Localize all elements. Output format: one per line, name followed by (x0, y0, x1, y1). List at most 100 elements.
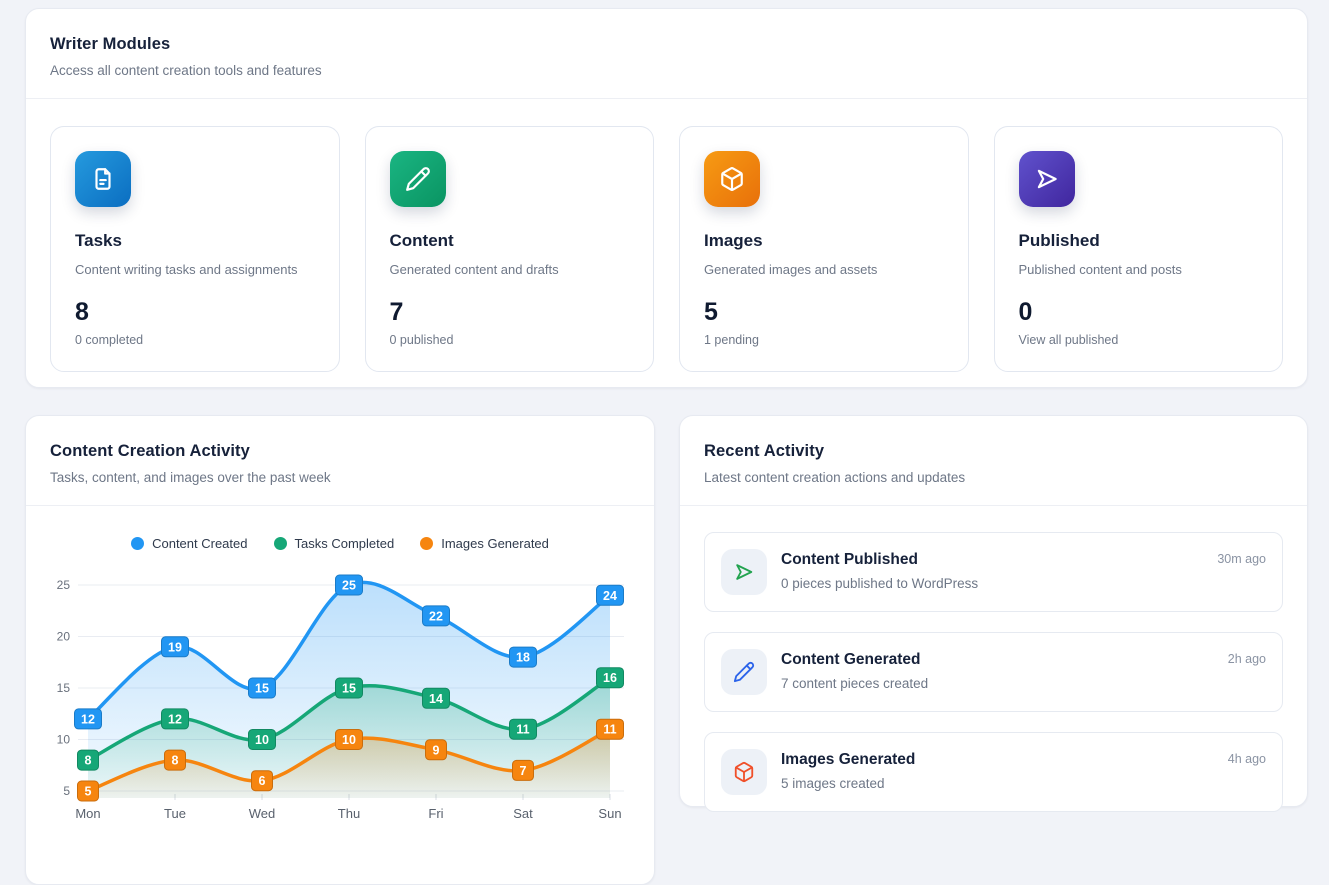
divider (26, 505, 654, 506)
writer-modules-panel: Writer Modules Access all content creati… (25, 8, 1308, 388)
svg-text:25: 25 (57, 578, 71, 592)
svg-text:11: 11 (516, 723, 529, 737)
legend-label: Images Generated (441, 536, 549, 551)
cube-icon (721, 749, 767, 795)
svg-text:10: 10 (57, 733, 71, 747)
legend-item[interactable]: Content Created (131, 536, 247, 551)
svg-text:6: 6 (259, 774, 266, 788)
file-text-icon (75, 151, 131, 207)
legend-item[interactable]: Tasks Completed (274, 536, 395, 551)
recent-activity-title: Recent Activity (704, 442, 1283, 461)
legend-dot-icon (131, 537, 144, 550)
activity-title: Content Generated (781, 651, 1228, 669)
recent-activity-panel: Recent Activity Latest content creation … (679, 415, 1308, 807)
svg-text:14: 14 (429, 692, 443, 706)
activity-description: 7 content pieces created (781, 676, 1228, 691)
module-card-images[interactable]: Images Generated images and assets 5 1 p… (679, 126, 969, 372)
svg-text:Sun: Sun (598, 806, 621, 821)
svg-text:Thu: Thu (338, 806, 360, 821)
activity-text: Content Generated 7 content pieces creat… (781, 649, 1228, 691)
card-description: Content writing tasks and assignments (75, 262, 315, 277)
svg-text:16: 16 (603, 671, 617, 685)
svg-text:12: 12 (168, 712, 182, 726)
card-count: 8 (75, 298, 315, 327)
module-cards-row: Tasks Content writing tasks and assignme… (26, 99, 1307, 399)
svg-text:22: 22 (429, 609, 443, 623)
svg-text:5: 5 (63, 784, 70, 798)
svg-text:12: 12 (81, 712, 95, 726)
svg-text:8: 8 (85, 754, 92, 768)
svg-text:15: 15 (57, 681, 71, 695)
svg-text:Wed: Wed (249, 806, 276, 821)
svg-text:19: 19 (168, 640, 182, 654)
activity-description: 0 pieces published to WordPress (781, 576, 1217, 591)
activity-timestamp: 4h ago (1228, 752, 1266, 766)
pencil-icon (721, 649, 767, 695)
svg-text:Mon: Mon (75, 806, 100, 821)
chart-panel-subtitle: Tasks, content, and images over the past… (50, 470, 630, 485)
svg-text:7: 7 (520, 764, 527, 778)
module-card-tasks[interactable]: Tasks Content writing tasks and assignme… (50, 126, 340, 372)
svg-text:11: 11 (603, 723, 616, 737)
svg-text:8: 8 (172, 754, 179, 768)
svg-text:18: 18 (516, 651, 530, 665)
card-count: 5 (704, 298, 944, 327)
card-title: Tasks (75, 231, 315, 251)
legend-dot-icon (274, 537, 287, 550)
module-card-content[interactable]: Content Generated content and drafts 7 0… (365, 126, 655, 372)
svg-text:24: 24 (603, 589, 617, 603)
card-count: 7 (390, 298, 630, 327)
writer-modules-title: Writer Modules (50, 35, 1283, 54)
content-creation-activity-panel: Content Creation Activity Tasks, content… (25, 415, 655, 885)
chart-panel-header: Content Creation Activity Tasks, content… (26, 416, 654, 505)
card-description: Published content and posts (1019, 262, 1259, 277)
recent-activity-header: Recent Activity Latest content creation … (680, 416, 1307, 505)
activity-list: Content Published 0 pieces published to … (680, 506, 1307, 838)
card-description: Generated images and assets (704, 262, 944, 277)
activity-item-content-generated[interactable]: Content Generated 7 content pieces creat… (704, 632, 1283, 712)
activity-item-content-published[interactable]: Content Published 0 pieces published to … (704, 532, 1283, 612)
cube-icon (704, 151, 760, 207)
send-icon (721, 549, 767, 595)
svg-text:10: 10 (255, 733, 269, 747)
module-card-published[interactable]: Published Published content and posts 0 … (994, 126, 1284, 372)
svg-text:Fri: Fri (428, 806, 443, 821)
activity-text: Content Published 0 pieces published to … (781, 549, 1217, 591)
svg-text:20: 20 (57, 630, 71, 644)
svg-text:15: 15 (342, 682, 356, 696)
writer-modules-header: Writer Modules Access all content creati… (26, 9, 1307, 98)
card-title: Images (704, 231, 944, 251)
svg-text:10: 10 (342, 733, 356, 747)
activity-item-images-generated[interactable]: Images Generated 5 images created 4h ago (704, 732, 1283, 812)
activity-title: Content Published (781, 551, 1217, 569)
card-title: Published (1019, 231, 1259, 251)
legend-item[interactable]: Images Generated (420, 536, 549, 551)
card-sub-label: 0 completed (75, 333, 315, 347)
legend-dot-icon (420, 537, 433, 550)
card-sub-label: View all published (1019, 333, 1259, 347)
activity-description: 5 images created (781, 776, 1228, 791)
activity-line-chart[interactable]: 252015105MonTueWedThuFriSatSun1219152522… (26, 573, 654, 831)
chart-panel-title: Content Creation Activity (50, 442, 630, 461)
chart-legend: Content Created Tasks Completed Images Gen… (26, 536, 654, 551)
svg-text:25: 25 (342, 579, 356, 593)
card-sub-label: 0 published (390, 333, 630, 347)
dashboard-page: { "writer_modules": { "title": "Writer M… (0, 0, 1329, 829)
activity-timestamp: 2h ago (1228, 652, 1266, 666)
svg-text:9: 9 (433, 743, 440, 757)
card-sub-label: 1 pending (704, 333, 944, 347)
svg-text:5: 5 (85, 785, 92, 799)
send-icon (1019, 151, 1075, 207)
activity-text: Images Generated 5 images created (781, 749, 1228, 791)
legend-label: Tasks Completed (295, 536, 395, 551)
activity-title: Images Generated (781, 751, 1228, 769)
svg-text:15: 15 (255, 682, 269, 696)
activity-timestamp: 30m ago (1217, 552, 1266, 566)
card-description: Generated content and drafts (390, 262, 630, 277)
recent-activity-subtitle: Latest content creation actions and upda… (704, 470, 1283, 485)
card-title: Content (390, 231, 630, 251)
legend-label: Content Created (152, 536, 247, 551)
card-count: 0 (1019, 298, 1259, 327)
svg-text:Sat: Sat (513, 806, 533, 821)
writer-modules-subtitle: Access all content creation tools and fe… (50, 63, 1283, 78)
